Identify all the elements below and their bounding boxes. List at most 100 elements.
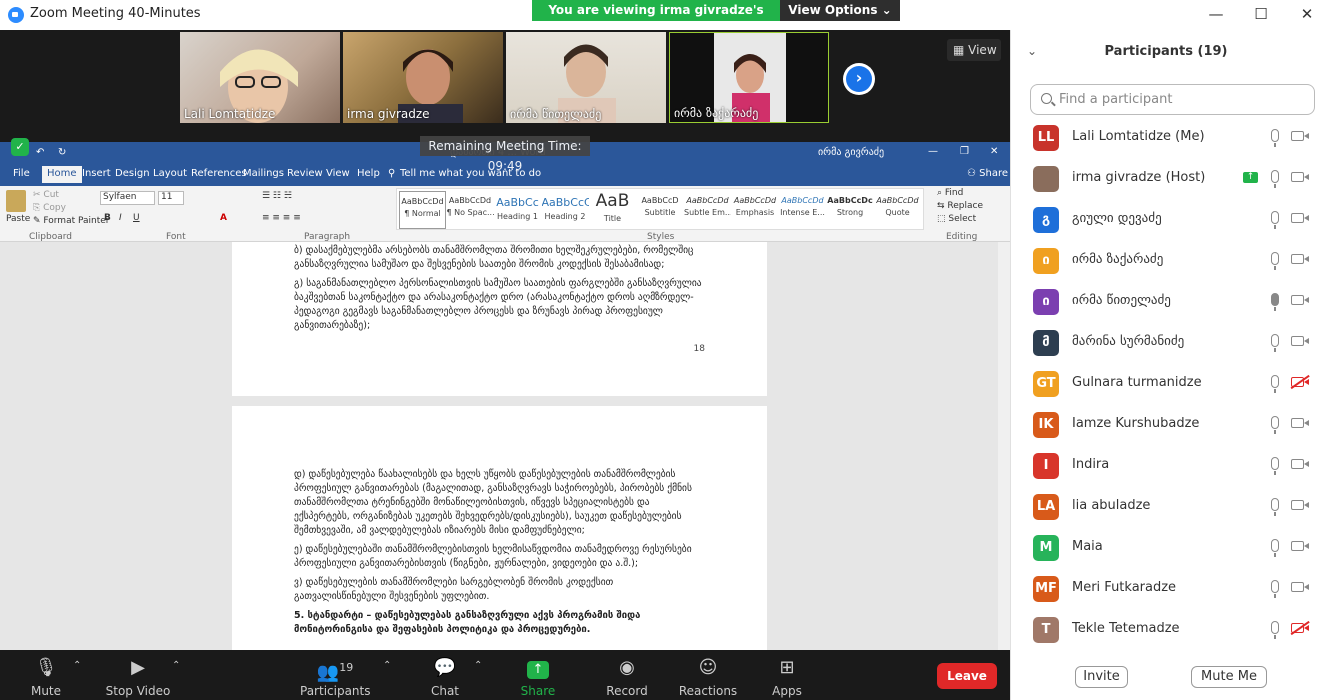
video-camera-icon[interactable] <box>1291 418 1309 428</box>
word-minimize-icon[interactable]: — <box>928 146 938 157</box>
security-shield-icon[interactable]: ✓ <box>11 138 29 156</box>
microphone-icon[interactable] <box>1271 416 1279 434</box>
participant-row[interactable]: გ გიული დევაძე <box>1011 199 1320 240</box>
participant-row[interactable]: LA lia abuladze <box>1011 486 1320 527</box>
paste-button[interactable]: Paste <box>6 214 30 224</box>
participants-button[interactable]: 👥19 Participants <box>300 656 371 698</box>
paste-icon[interactable] <box>6 190 26 212</box>
video-camera-icon[interactable] <box>1291 500 1309 510</box>
style-item[interactable]: AaBbCcDd Subtle Em... <box>684 191 731 229</box>
minimize-button[interactable]: — <box>1193 0 1239 30</box>
participant-search-input[interactable]: Find a participant <box>1030 84 1315 115</box>
tab-home[interactable]: Home <box>42 166 82 183</box>
apps-button[interactable]: ⊞ Apps <box>767 656 807 698</box>
style-item[interactable]: AaBbCcDd ¶ No Spac... <box>447 191 494 229</box>
tab-references[interactable]: References <box>191 168 247 179</box>
microphone-icon[interactable] <box>1271 129 1279 147</box>
italic-button[interactable]: I <box>119 213 122 223</box>
video-caret-icon[interactable]: ⌃ <box>172 660 180 671</box>
video-tile[interactable]: ირმა ზაქარაძე <box>669 32 829 123</box>
find-button[interactable]: ⌕ Find <box>937 188 963 198</box>
stop-video-button[interactable]: ▶ Stop Video <box>103 656 173 698</box>
style-item[interactable]: AaBbCcDd Emphasis <box>732 191 779 229</box>
copy-button[interactable]: ⎘ Copy <box>33 203 66 213</box>
undo-icon[interactable]: ↶ <box>36 147 44 158</box>
video-off-icon[interactable] <box>1291 623 1309 633</box>
word-close-icon[interactable]: ✕ <box>990 146 998 157</box>
share-screen-button[interactable]: ↑ Share Screen <box>500 656 576 700</box>
microphone-icon[interactable] <box>1271 457 1279 475</box>
cut-button[interactable]: ✂ Cut <box>33 190 59 200</box>
participant-row[interactable]: irma givradze (Host) ↑ <box>1011 158 1320 199</box>
microphone-icon[interactable] <box>1271 252 1279 270</box>
font-color-button[interactable]: A <box>220 213 227 223</box>
participant-row[interactable]: M Maia <box>1011 527 1320 568</box>
tab-review[interactable]: Review <box>287 168 323 179</box>
next-page-button[interactable]: › <box>843 63 875 95</box>
chat-caret-icon[interactable]: ⌃ <box>474 660 482 671</box>
microphone-icon[interactable] <box>1271 539 1279 557</box>
microphone-icon[interactable] <box>1271 375 1279 393</box>
replace-button[interactable]: ⇆ Replace <box>937 201 983 211</box>
tab-insert[interactable]: Insert <box>82 168 111 179</box>
mute-me-button[interactable]: Mute Me <box>1191 666 1267 688</box>
tab-file[interactable]: File <box>13 168 30 179</box>
video-camera-icon[interactable] <box>1291 254 1309 264</box>
tab-help[interactable]: Help <box>357 168 380 179</box>
view-options-button[interactable]: View Options ⌄ <box>780 0 900 21</box>
style-item[interactable]: AaBbCcDc Strong <box>827 191 874 229</box>
microphone-icon[interactable] <box>1271 498 1279 516</box>
view-button[interactable]: ▦ View <box>947 39 1001 61</box>
participant-row[interactable]: ი ირმა ზაქარაძე <box>1011 240 1320 281</box>
format-painter-button[interactable]: ✎ Format Painter <box>33 216 110 226</box>
invite-button[interactable]: Invite <box>1075 666 1128 688</box>
participant-row[interactable]: მ მარინა სურმანიძე <box>1011 322 1320 363</box>
record-button[interactable]: ◉ Record <box>604 656 650 698</box>
align-icons[interactable]: ≡ ≡ ≡ ≡ <box>262 213 301 223</box>
microphone-icon[interactable] <box>1271 621 1279 639</box>
microphone-icon[interactable] <box>1271 293 1279 311</box>
select-button[interactable]: ⬚ Select <box>937 214 976 224</box>
bold-button[interactable]: B <box>104 213 111 223</box>
participant-row[interactable]: GT Gulnara turmanidze <box>1011 363 1320 404</box>
video-camera-icon[interactable] <box>1291 582 1309 592</box>
close-button[interactable]: ✕ <box>1284 0 1320 30</box>
video-off-icon[interactable] <box>1291 377 1309 387</box>
chat-button[interactable]: 💬 Chat <box>425 656 465 698</box>
share-doc-button[interactable]: ⚇ Share <box>967 168 1008 179</box>
microphone-icon[interactable] <box>1271 334 1279 352</box>
video-camera-icon[interactable] <box>1291 172 1309 182</box>
video-tile[interactable]: irma givradze <box>343 32 503 123</box>
microphone-icon[interactable] <box>1271 580 1279 598</box>
style-item[interactable]: AaBbCcDd Quote <box>874 191 921 229</box>
microphone-icon[interactable] <box>1271 170 1279 188</box>
microphone-icon[interactable] <box>1271 211 1279 229</box>
reactions-button[interactable]: ☺ Reactions <box>677 656 739 698</box>
video-camera-icon[interactable] <box>1291 295 1309 305</box>
mute-caret-icon[interactable]: ⌃ <box>73 660 81 671</box>
style-item[interactable]: AaBbCcD Subtitle <box>637 191 684 229</box>
redo-icon[interactable]: ↻ <box>58 147 66 158</box>
style-item[interactable]: AaB Title <box>589 191 636 229</box>
participant-row[interactable]: ი ირმა წითელაძე <box>1011 281 1320 322</box>
document-scrollbar[interactable] <box>998 242 1010 650</box>
participant-row[interactable]: I Indira <box>1011 445 1320 486</box>
maximize-button[interactable]: ☐ <box>1238 0 1284 30</box>
participant-row[interactable]: LL Lali Lomtatidze (Me) <box>1011 117 1320 158</box>
mute-button[interactable]: 🎙 Mute <box>22 656 70 698</box>
style-item[interactable]: AaBbCcDd Intense E... <box>779 191 826 229</box>
leave-button[interactable]: Leave <box>937 663 997 689</box>
tab-mailings[interactable]: Mailings <box>243 168 284 179</box>
bullets-icon[interactable]: ☰ ☷ ☵ <box>262 191 292 201</box>
style-item[interactable]: AaBbCc Heading 1 <box>494 191 541 229</box>
underline-button[interactable]: U <box>133 213 140 223</box>
video-tile[interactable]: Lali Lomtatidze <box>180 32 340 123</box>
style-item[interactable]: AaBbCcDd ¶ Normal <box>399 191 446 229</box>
participants-caret-icon[interactable]: ⌃ <box>383 660 391 671</box>
font-size-select[interactable]: 11 <box>158 191 184 205</box>
video-camera-icon[interactable] <box>1291 131 1309 141</box>
participant-row[interactable]: MF Meri Futkaradze <box>1011 568 1320 609</box>
video-camera-icon[interactable] <box>1291 459 1309 469</box>
font-name-select[interactable]: Sylfaen <box>100 191 155 205</box>
participant-row[interactable]: IK Iamze Kurshubadze <box>1011 404 1320 445</box>
